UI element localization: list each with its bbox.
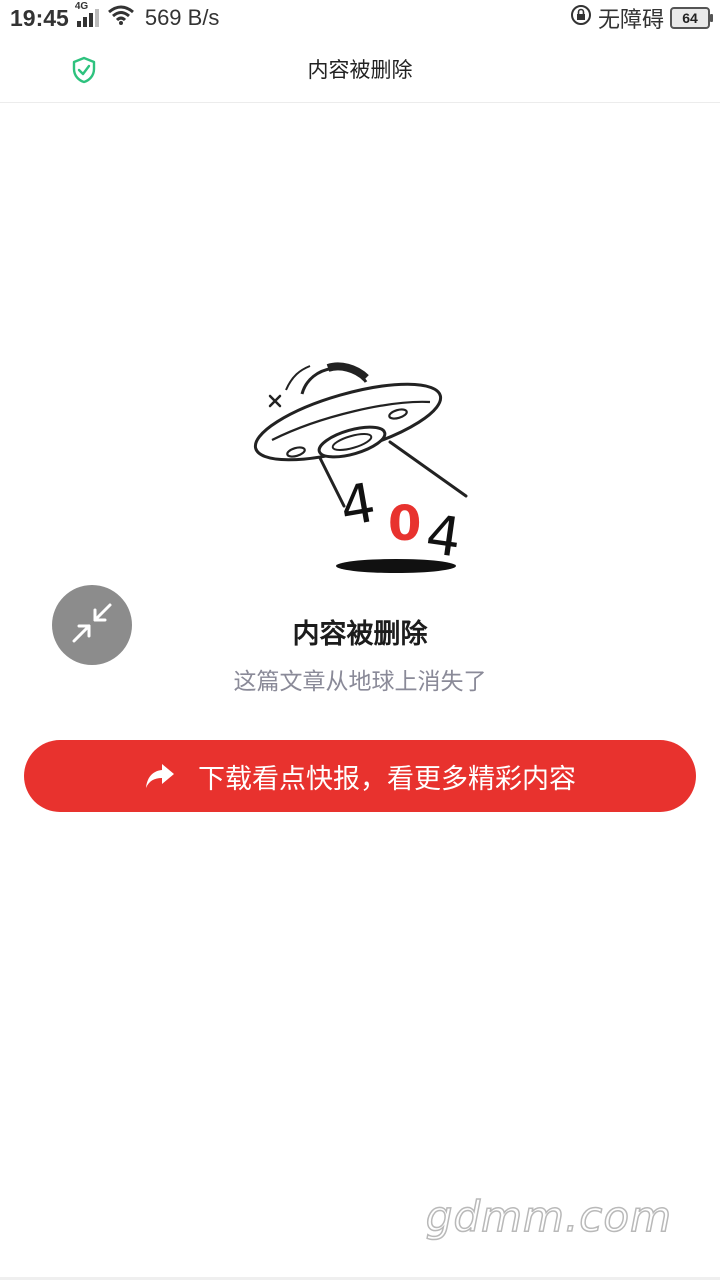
status-time: 19:45: [10, 4, 69, 31]
status-bar: 19:45 4G 569 B/s 无障碍 64: [0, 0, 720, 36]
download-app-button[interactable]: 下载看点快报，看更多精彩内容: [24, 740, 696, 812]
watermark: gdmm.com: [425, 1191, 672, 1242]
download-app-label: 下载看点快报，看更多精彩内容: [198, 763, 576, 795]
signal-icon: 4G: [75, 1, 101, 29]
battery-icon: 64: [670, 7, 713, 29]
digit-zero: 0: [388, 496, 421, 552]
error-subtitle: 这篇文章从地球上消失了: [233, 669, 487, 695]
network-type-label: 4G: [74, 1, 89, 12]
digit-four-right: 4: [422, 502, 465, 569]
share-arrow-icon: [144, 762, 176, 790]
accessibility-label: 无障碍: [597, 7, 664, 32]
ufo-404-illustration: 4 0 4: [240, 356, 480, 578]
status-right: 无障碍 64: [570, 2, 713, 34]
error-title: 内容被删除: [292, 619, 428, 650]
status-left: 19:45 4G 569 B/s: [10, 1, 220, 32]
shield-check-icon[interactable]: [70, 56, 98, 84]
wifi-icon: [107, 4, 135, 32]
page-header: 内容被删除: [0, 36, 720, 103]
lock-rotation-icon: [570, 4, 592, 32]
digit-four-left: 4: [335, 471, 380, 539]
page-title: 内容被删除: [307, 58, 413, 82]
net-speed: 569 B/s: [144, 5, 220, 30]
